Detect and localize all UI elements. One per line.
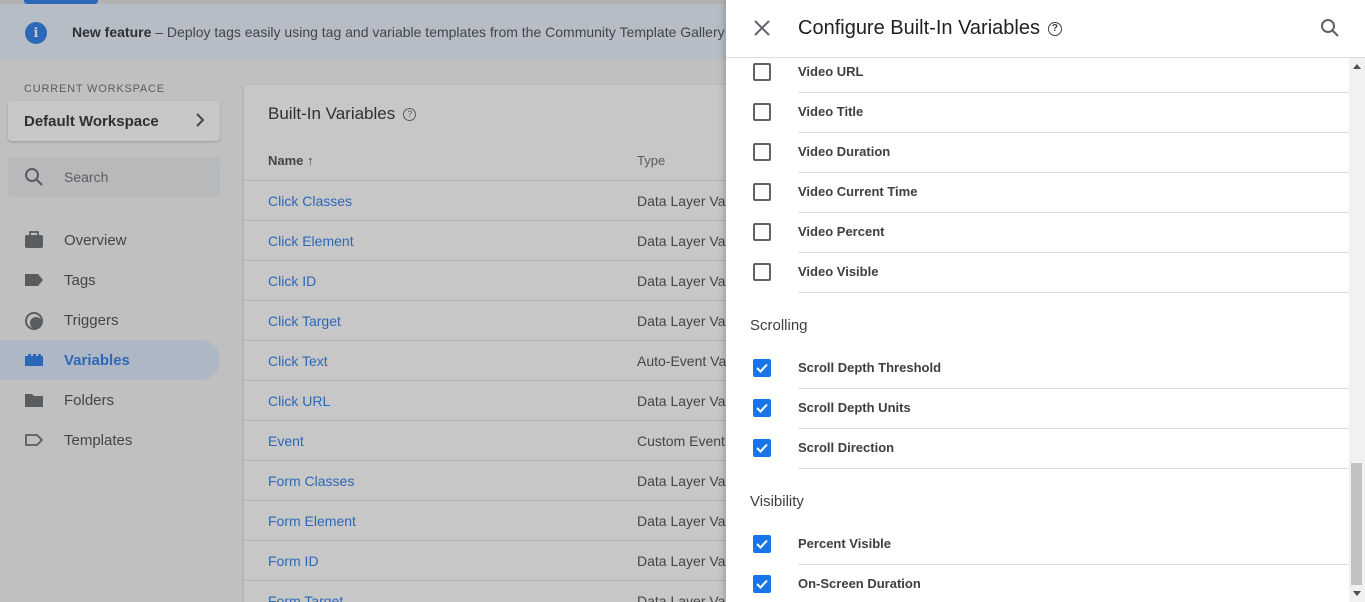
variables-checklist: Video URL Video Title Video Duration Vid…	[726, 58, 1350, 602]
checklist-item-video-duration: Video Duration	[726, 140, 1350, 180]
search-icon[interactable]	[1318, 16, 1342, 40]
panel-scrollbar[interactable]	[1349, 58, 1365, 602]
divider	[798, 132, 1350, 133]
checklist-item-scroll-direction: Scroll Direction	[726, 436, 1350, 476]
divider	[798, 292, 1350, 293]
checklist-item-scroll-depth-threshold: Scroll Depth Threshold	[726, 356, 1350, 396]
section-heading-visibility: Visibility	[750, 493, 804, 510]
checkbox-checked[interactable]	[753, 359, 771, 377]
close-icon[interactable]	[750, 16, 774, 40]
checkbox-label: Scroll Depth Units	[798, 400, 911, 415]
checkbox-label: Video Current Time	[798, 184, 918, 199]
divider	[798, 252, 1350, 253]
scroll-down-arrow-icon[interactable]	[1353, 591, 1361, 596]
checkbox-label: Video Title	[798, 104, 864, 119]
checkbox-label: Video Percent	[798, 224, 885, 239]
scroll-up-arrow-icon[interactable]	[1353, 64, 1361, 69]
divider	[798, 388, 1350, 389]
checkbox[interactable]	[753, 183, 771, 201]
checkbox[interactable]	[753, 263, 771, 281]
checkbox-checked[interactable]	[753, 399, 771, 417]
checkbox[interactable]	[753, 103, 771, 121]
checklist-item-percent-visible: Percent Visible	[726, 532, 1350, 572]
checklist-item-video-title: Video Title	[726, 100, 1350, 140]
checklist-item-video-current-time: Video Current Time	[726, 180, 1350, 220]
checkbox-label: On-Screen Duration	[798, 576, 921, 591]
checklist-item-video-visible: Video Visible	[726, 260, 1350, 300]
checkbox[interactable]	[753, 63, 771, 81]
divider	[798, 428, 1350, 429]
checkbox-checked[interactable]	[753, 439, 771, 457]
panel-title: Configure Built-In Variables?	[798, 17, 1062, 40]
help-icon[interactable]: ?	[1047, 21, 1062, 36]
checkbox-label: Scroll Direction	[798, 440, 895, 455]
checkbox[interactable]	[753, 143, 771, 161]
panel-header: Configure Built-In Variables?	[726, 0, 1365, 58]
divider	[798, 92, 1350, 93]
modal-scrim[interactable]	[0, 0, 726, 602]
checkbox-label: Scroll Depth Threshold	[798, 360, 942, 375]
checklist-item-scroll-depth-units: Scroll Depth Units	[726, 396, 1350, 436]
divider	[798, 468, 1350, 469]
divider	[798, 212, 1350, 213]
checkbox-label: Video URL	[798, 64, 864, 79]
checkbox[interactable]	[753, 223, 771, 241]
checklist-item-video-url: Video URL	[726, 60, 1350, 100]
scrollbar-thumb[interactable]	[1351, 463, 1362, 585]
divider	[798, 172, 1350, 173]
checklist-item-video-percent: Video Percent	[726, 220, 1350, 260]
checkbox-checked[interactable]	[753, 535, 771, 553]
divider	[798, 564, 1350, 565]
checkbox-checked[interactable]	[753, 575, 771, 593]
section-heading-scrolling: Scrolling	[750, 317, 808, 334]
checkbox-label: Video Duration	[798, 144, 891, 159]
configure-built-in-variables-panel: Configure Built-In Variables? Video URL …	[726, 0, 1365, 602]
checkbox-label: Video Visible	[798, 264, 879, 279]
checklist-item-on-screen-duration: On-Screen Duration	[726, 572, 1350, 602]
checkbox-label: Percent Visible	[798, 536, 891, 551]
